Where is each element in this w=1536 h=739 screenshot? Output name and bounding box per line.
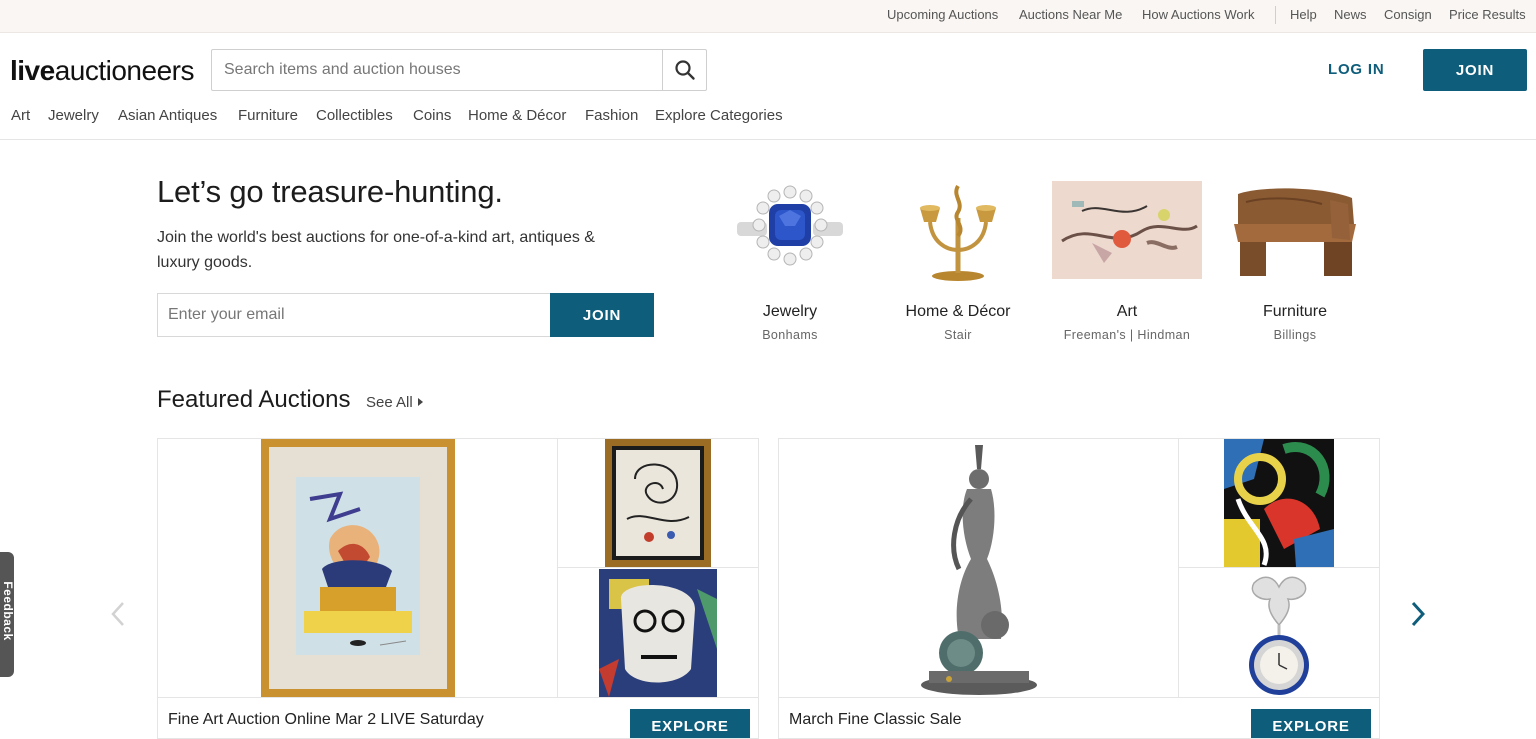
hero-join-button[interactable]: JOIN <box>550 293 654 337</box>
logo-light-text: auctioneers <box>54 55 195 86</box>
hero-subtitle: Join the world's best auctions for one-o… <box>157 229 595 271</box>
search-input[interactable] <box>212 50 663 90</box>
nav-art[interactable]: Art <box>11 107 30 124</box>
wooden-bench-icon <box>1220 175 1370 285</box>
chevron-right-icon <box>1411 601 1425 627</box>
caret-right-icon <box>417 398 423 406</box>
email-field[interactable] <box>157 293 551 337</box>
carousel-next-button[interactable] <box>1408 598 1428 630</box>
link-auctions-near-me[interactable]: Auctions Near Me <box>1019 7 1122 22</box>
feedback-tab[interactable]: Feedback <box>0 552 14 677</box>
featured-title: Featured Auctions <box>157 386 351 413</box>
category-card-houses: Stair <box>944 328 972 342</box>
see-all-link[interactable]: See All <box>366 394 424 411</box>
link-news[interactable]: News <box>1334 7 1367 22</box>
category-card-name: Home & Décor <box>905 303 1011 320</box>
category-card-art[interactable]: Art Freeman's | Hindman <box>1047 175 1207 342</box>
nav-fashion[interactable]: Fashion <box>585 107 638 124</box>
auction-card-footer: Fine Art Auction Online Mar 2 LIVE Satur… <box>158 697 758 738</box>
chevron-left-icon <box>111 602 124 626</box>
category-card-houses: Billings <box>1273 328 1317 342</box>
brass-candelabra-icon <box>883 175 1033 285</box>
abstract-face-painting-image <box>558 568 758 697</box>
see-all-label: See All <box>366 394 413 411</box>
nav-furniture[interactable]: Furniture <box>238 107 298 124</box>
auction-card-footer: March Fine Classic Sale EXPLORE <box>779 697 1379 738</box>
nav-asian-antiques[interactable]: Asian Antiques <box>118 107 217 124</box>
link-price-results[interactable]: Price Results <box>1449 7 1526 22</box>
utility-divider <box>1275 6 1276 24</box>
auction-title[interactable]: March Fine Classic Sale <box>789 711 962 729</box>
nav-collectibles[interactable]: Collectibles <box>316 107 393 124</box>
link-how-auctions-work[interactable]: How Auctions Work <box>1142 7 1254 22</box>
search-button[interactable] <box>662 50 706 90</box>
category-card-houses: Bonhams <box>762 328 818 342</box>
sapphire-ring-icon <box>715 175 865 285</box>
join-button[interactable]: JOIN <box>1423 49 1527 91</box>
category-card-name: Jewelry <box>762 303 818 320</box>
link-help[interactable]: Help <box>1290 7 1317 22</box>
category-card-home-decor[interactable]: Home & Décor Stair <box>878 175 1038 342</box>
abstract-painting-icon <box>1052 181 1202 279</box>
auction-title[interactable]: Fine Art Auction Online Mar 2 LIVE Satur… <box>168 711 484 729</box>
feedback-label: Feedback <box>1 581 14 641</box>
hero-title: Let’s go treasure-hunting. <box>157 174 503 209</box>
carousel-prev-button[interactable] <box>108 598 128 630</box>
login-button[interactable]: LOG IN <box>1328 61 1384 78</box>
bronze-figural-sculpture-image <box>779 439 1179 697</box>
framed-abstract-drawing-image <box>558 439 758 568</box>
search-box <box>211 49 707 91</box>
framed-surreal-painting-image <box>158 439 558 697</box>
nav-explore-categories[interactable]: Explore Categories <box>655 107 783 124</box>
colorful-abstract-painting-image <box>1179 439 1379 568</box>
explore-button[interactable]: EXPLORE <box>1251 709 1371 738</box>
link-upcoming-auctions[interactable]: Upcoming Auctions <box>887 7 998 22</box>
link-consign[interactable]: Consign <box>1384 7 1432 22</box>
search-icon <box>674 60 695 80</box>
logo-bold-text: live <box>10 55 55 86</box>
nav-home-decor[interactable]: Home & Décor <box>468 107 566 124</box>
auction-card[interactable]: March Fine Classic Sale EXPLORE <box>778 438 1380 739</box>
explore-button[interactable]: EXPLORE <box>630 709 750 738</box>
category-card-name: Art <box>1116 303 1138 320</box>
category-card-houses: Freeman's | Hindman <box>1063 328 1191 342</box>
auction-card[interactable]: Fine Art Auction Online Mar 2 LIVE Satur… <box>157 438 759 739</box>
nav-coins[interactable]: Coins <box>413 107 451 124</box>
category-nav: Art Jewelry Asian Antiques Furniture Col… <box>0 106 1536 140</box>
enamel-pendant-watch-image <box>1179 568 1379 697</box>
nav-jewelry[interactable]: Jewelry <box>48 107 99 124</box>
category-card-name: Furniture <box>1262 303 1328 320</box>
category-card-jewelry[interactable]: Jewelry Bonhams <box>710 175 870 342</box>
utility-bar: Upcoming Auctions Auctions Near Me How A… <box>0 0 1536 33</box>
category-card-furniture[interactable]: Furniture Billings <box>1215 175 1375 342</box>
site-logo[interactable]: liveauctioneers <box>10 55 194 87</box>
